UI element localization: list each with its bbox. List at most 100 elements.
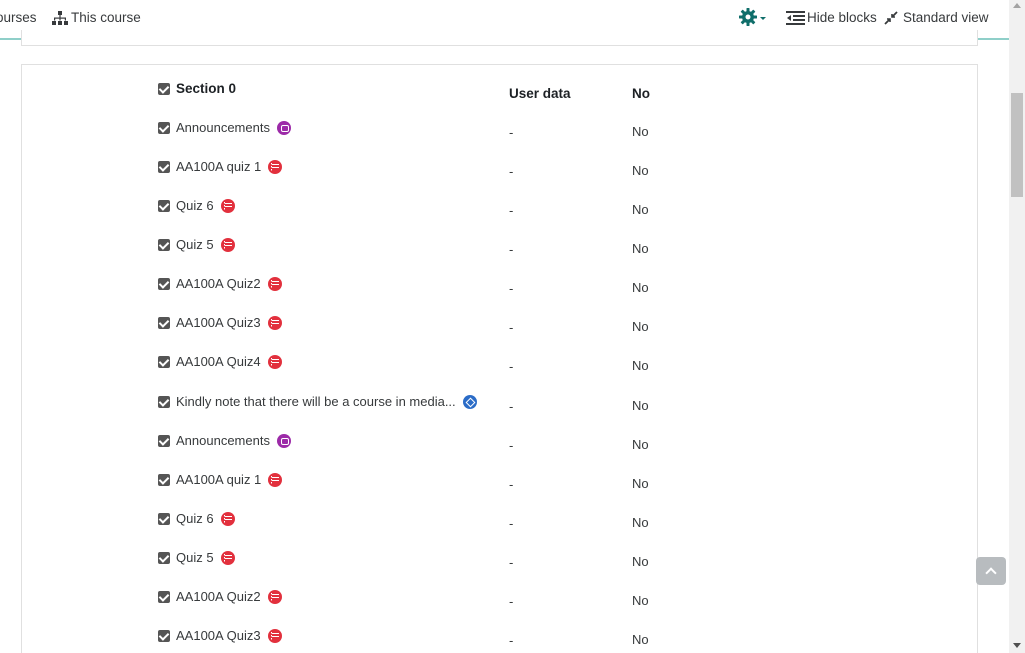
section-card: Section 0 User data No Announcements - No A… bbox=[21, 64, 978, 653]
activity-name: AA100A quiz 1 bbox=[176, 472, 283, 487]
quiz-icon bbox=[220, 511, 235, 526]
activity-row: AA100A Quiz3 - No bbox=[22, 315, 977, 339]
activity-checkbox[interactable] bbox=[158, 122, 170, 134]
hide-blocks-button[interactable]: Hide blocks bbox=[786, 10, 877, 25]
quiz-icon bbox=[268, 159, 283, 174]
standard-view-button[interactable]: Standard view bbox=[884, 10, 989, 25]
standard-view-label: Standard view bbox=[903, 10, 989, 25]
back-to-top-button[interactable] bbox=[976, 557, 1006, 585]
user-data-value: - bbox=[509, 164, 514, 179]
no-value: No bbox=[632, 358, 649, 373]
activity-name-label: AA100A Quiz2 bbox=[176, 589, 261, 604]
sitemap-icon bbox=[52, 10, 68, 25]
activity-name-label: Quiz 6 bbox=[176, 198, 214, 213]
activity-row: AA100A Quiz2 - No bbox=[22, 589, 977, 613]
activity-checkbox[interactable] bbox=[158, 474, 170, 486]
no-value: No bbox=[632, 554, 649, 569]
no-value: No bbox=[632, 593, 649, 608]
scroll-down-arrow-icon[interactable] bbox=[1013, 643, 1021, 648]
activity-checkbox[interactable] bbox=[158, 552, 170, 564]
user-data-value: - bbox=[509, 125, 514, 140]
hide-blocks-label: Hide blocks bbox=[807, 10, 877, 25]
activity-row: AA100A Quiz2 - No bbox=[22, 276, 977, 300]
no-value: No bbox=[632, 632, 649, 647]
activity-row: AA100A Quiz3 - No bbox=[22, 628, 977, 652]
user-data-value: - bbox=[509, 516, 514, 531]
user-data-column-header: User data bbox=[509, 86, 571, 101]
activity-name-label: AA100A Quiz3 bbox=[176, 315, 261, 330]
no-value: No bbox=[632, 476, 649, 491]
no-value: No bbox=[632, 319, 649, 334]
nav-this-course-label: This course bbox=[71, 10, 141, 25]
activity-checkbox[interactable] bbox=[158, 161, 170, 173]
activity-name: AA100A quiz 1 bbox=[176, 159, 283, 174]
forum-icon bbox=[276, 433, 291, 448]
activity-row: AA100A quiz 1 - No bbox=[22, 472, 977, 496]
quiz-icon bbox=[220, 237, 235, 252]
activity-name: AA100A Quiz3 bbox=[176, 628, 282, 643]
user-data-value: - bbox=[509, 281, 514, 296]
gear-icon bbox=[739, 8, 757, 26]
settings-menu-toggle[interactable] bbox=[738, 7, 768, 27]
no-value: No bbox=[632, 437, 649, 452]
activity-name: AA100A Quiz4 bbox=[176, 354, 282, 369]
user-data-value: - bbox=[509, 555, 514, 570]
user-data-value: - bbox=[509, 320, 514, 335]
activity-name: Quiz 6 bbox=[176, 511, 235, 526]
activity-name: Announcements bbox=[176, 433, 291, 448]
quiz-icon bbox=[220, 198, 235, 213]
activity-checkbox[interactable] bbox=[158, 239, 170, 251]
quiz-icon bbox=[267, 628, 282, 643]
activity-checkbox[interactable] bbox=[158, 278, 170, 290]
section-title: Section 0 bbox=[176, 81, 237, 96]
label-icon bbox=[462, 394, 477, 409]
activity-row: AA100A Quiz4 - No bbox=[22, 354, 977, 378]
activity-name-label: Announcements bbox=[176, 433, 270, 448]
no-column-header: No bbox=[632, 86, 650, 101]
activity-name: Quiz 5 bbox=[176, 237, 235, 252]
activity-checkbox[interactable] bbox=[158, 200, 170, 212]
nav-this-course-link[interactable]: This course bbox=[52, 10, 141, 25]
activity-checkbox[interactable] bbox=[158, 630, 170, 642]
activity-row: Quiz 5 - No bbox=[22, 237, 977, 261]
activity-checkbox[interactable] bbox=[158, 317, 170, 329]
activity-name-label: Quiz 5 bbox=[176, 237, 214, 252]
activity-checkbox[interactable] bbox=[158, 356, 170, 368]
quiz-icon bbox=[267, 589, 282, 604]
no-value: No bbox=[632, 241, 649, 256]
activity-row: Announcements - No bbox=[22, 120, 977, 144]
activity-row: Announcements - No bbox=[22, 433, 977, 457]
activity-checkbox[interactable] bbox=[158, 591, 170, 603]
scrollbar-thumb[interactable] bbox=[1011, 93, 1023, 197]
outdent-icon bbox=[786, 10, 805, 25]
nav-my-courses-link[interactable]: ourses bbox=[0, 10, 37, 25]
user-data-value: - bbox=[509, 633, 514, 648]
caret-down-icon bbox=[760, 17, 766, 20]
activity-name: Quiz 6 bbox=[176, 198, 235, 213]
no-value: No bbox=[632, 398, 649, 413]
no-value: No bbox=[632, 280, 649, 295]
vertical-scrollbar[interactable] bbox=[1009, 0, 1025, 653]
section-checkbox[interactable] bbox=[158, 83, 170, 95]
activity-name-label: AA100A quiz 1 bbox=[176, 472, 262, 487]
activity-checkbox[interactable] bbox=[158, 513, 170, 525]
user-data-value: - bbox=[509, 438, 514, 453]
activity-checkbox[interactable] bbox=[158, 435, 170, 447]
quiz-icon bbox=[267, 315, 282, 330]
scroll-up-arrow-icon[interactable] bbox=[1013, 3, 1021, 8]
activity-row: Kindly note that there will be a course … bbox=[22, 394, 977, 418]
activity-checkbox[interactable] bbox=[158, 396, 170, 408]
quiz-icon bbox=[267, 276, 282, 291]
quiz-icon bbox=[220, 550, 235, 565]
quiz-icon bbox=[268, 472, 283, 487]
user-data-value: - bbox=[509, 242, 514, 257]
activity-name: Announcements bbox=[176, 120, 291, 135]
compress-icon bbox=[884, 10, 898, 25]
activity-name: Kindly note that there will be a course … bbox=[176, 394, 477, 409]
no-value: No bbox=[632, 515, 649, 530]
activity-row: Quiz 6 - No bbox=[22, 198, 977, 222]
user-data-value: - bbox=[509, 359, 514, 374]
activity-name: AA100A Quiz2 bbox=[176, 276, 282, 291]
activity-name-label: AA100A quiz 1 bbox=[176, 159, 262, 174]
no-value: No bbox=[632, 202, 649, 217]
